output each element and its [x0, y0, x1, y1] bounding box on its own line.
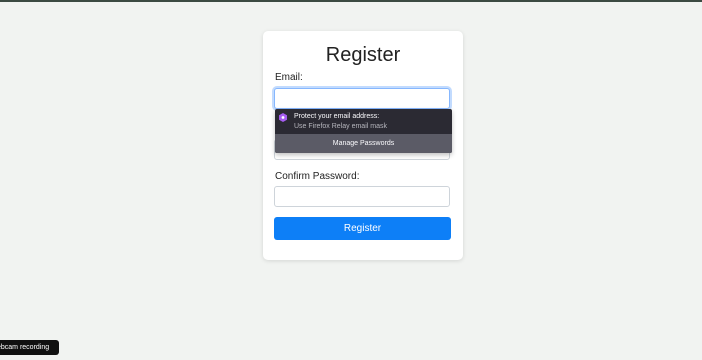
email-field[interactable] — [274, 88, 450, 109]
autofill-popup: Protect your email address: Use Firefox … — [275, 109, 452, 153]
top-border — [0, 0, 702, 2]
relay-subtitle: Use Firefox Relay email mask — [294, 123, 387, 130]
manage-passwords-button[interactable]: Manage Passwords — [275, 134, 452, 153]
email-label: Email: — [275, 72, 303, 83]
relay-email-mask-option[interactable]: Protect your email address: Use Firefox … — [275, 109, 452, 134]
register-button[interactable]: Register — [274, 217, 451, 240]
page-title: Register — [325, 44, 401, 66]
relay-title: Protect your email address: — [294, 113, 380, 120]
webcam-recording-badge: ebcam recording — [0, 340, 59, 355]
firefox-relay-icon — [279, 113, 287, 122]
confirm-password-label: Confirm Password: — [275, 171, 360, 182]
webcam-recording-label: ebcam recording — [0, 344, 50, 351]
confirm-password-field[interactable] — [274, 186, 450, 207]
